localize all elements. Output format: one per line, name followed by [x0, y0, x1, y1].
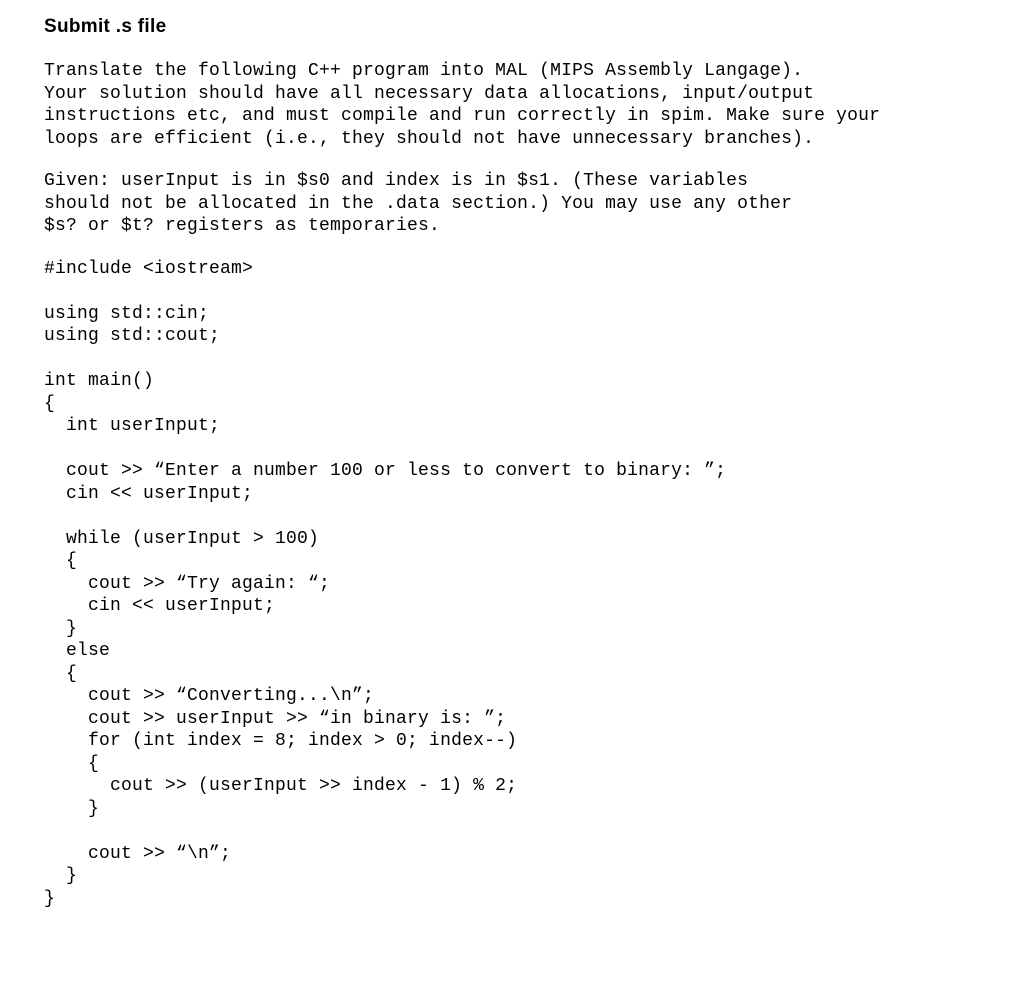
text-line: Given: userInput is in $s0 and index is …: [44, 171, 748, 191]
code-line: }: [44, 619, 77, 639]
text-line: should not be allocated in the .data sec…: [44, 194, 792, 214]
code-line: cout >> “\n”;: [44, 844, 231, 864]
code-line: int main(): [44, 371, 154, 391]
code-line: }: [44, 889, 55, 909]
code-line: {: [44, 664, 77, 684]
code-line: {: [44, 551, 77, 571]
text-line: Your solution should have all necessary …: [44, 84, 814, 104]
code-line: cout >> userInput >> “in binary is: ”;: [44, 709, 506, 729]
cpp-code-block: #include <iostream> using std::cin; usin…: [44, 258, 980, 911]
code-line: cout >> (userInput >> index - 1) % 2;: [44, 776, 517, 796]
code-line: {: [44, 754, 99, 774]
text-line: Translate the following C++ program into…: [44, 61, 803, 81]
text-line: loops are efficient (i.e., they should n…: [44, 129, 814, 149]
code-line: while (userInput > 100): [44, 529, 319, 549]
text-line: instructions etc, and must compile and r…: [44, 106, 880, 126]
code-line: }: [44, 799, 99, 819]
text-line: $s? or $t? registers as temporaries.: [44, 216, 440, 236]
code-line: using std::cout;: [44, 326, 220, 346]
code-line: using std::cin;: [44, 304, 209, 324]
code-line: cin << userInput;: [44, 484, 253, 504]
code-line: int userInput;: [44, 416, 220, 436]
assignment-title: Submit .s file: [44, 16, 980, 38]
code-line: #include <iostream>: [44, 259, 253, 279]
code-line: cout >> “Converting...\n”;: [44, 686, 374, 706]
code-line: cout >> “Try again: “;: [44, 574, 330, 594]
document-page: Submit .s file Translate the following C…: [0, 0, 1024, 926]
instructions-paragraph-1: Translate the following C++ program into…: [44, 60, 980, 150]
code-line: }: [44, 866, 77, 886]
code-line: {: [44, 394, 55, 414]
instructions-paragraph-2: Given: userInput is in $s0 and index is …: [44, 170, 980, 238]
code-line: cin << userInput;: [44, 596, 275, 616]
code-line: for (int index = 8; index > 0; index--): [44, 731, 517, 751]
code-line: cout >> “Enter a number 100 or less to c…: [44, 461, 726, 481]
code-line: else: [44, 641, 110, 661]
